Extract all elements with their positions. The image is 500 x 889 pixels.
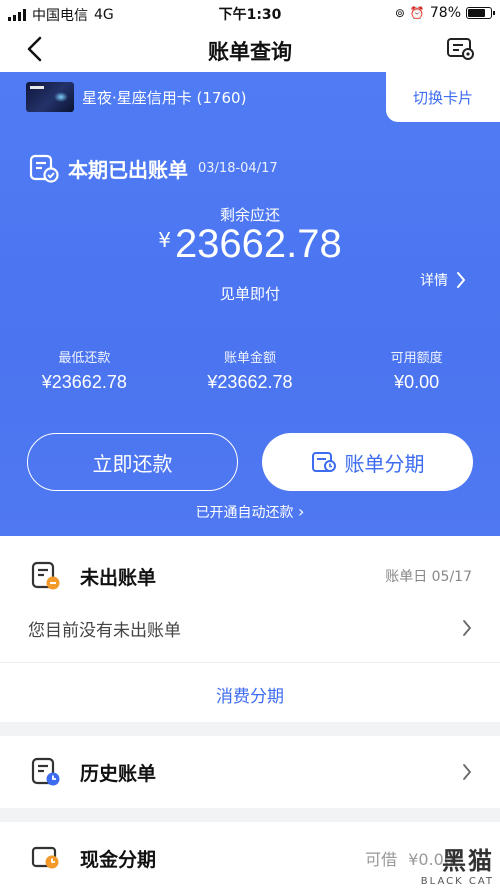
card-name: 星夜·星座信用卡 (1760) bbox=[82, 88, 247, 107]
alarm-icon: ⏰ bbox=[409, 6, 425, 20]
unbilled-bill-icon bbox=[31, 561, 60, 590]
stat-label: 最低还款 bbox=[58, 351, 111, 366]
unbilled-title: 未出账单 bbox=[80, 566, 157, 589]
page-title: 账单查询 bbox=[208, 40, 292, 64]
status-bar: 中国电信 4G 下午1:30 ⊚ ⏰ 78% bbox=[0, 0, 500, 26]
installment-label: 账单分期 bbox=[344, 451, 425, 476]
battery-icon bbox=[466, 7, 495, 19]
watermark-logo-text: 黑猫 bbox=[442, 847, 494, 875]
status-right: ⊚ ⏰ 78% bbox=[394, 5, 495, 21]
chevron-right-icon bbox=[463, 764, 472, 780]
statement-stats: 最低还款 ¥23662.78 账单金额 ¥23662.78 可用额度 ¥0.00 bbox=[0, 347, 500, 393]
chevron-right-icon bbox=[463, 620, 472, 636]
bill-installment-button[interactable]: 账单分期 bbox=[262, 433, 473, 491]
nav-bar: 账单查询 bbox=[0, 26, 500, 72]
black-cat-watermark: 黑猫 BLACK CAT bbox=[421, 841, 494, 887]
bill-day: 账单日 05/17 bbox=[385, 569, 472, 585]
chevron-right-icon bbox=[457, 272, 466, 288]
stat-value: ¥23662.78 bbox=[41, 372, 127, 392]
history-bill-icon bbox=[31, 757, 60, 786]
available-label: 可借 bbox=[365, 850, 398, 869]
stat-bill-amount: 账单金额 ¥23662.78 bbox=[167, 347, 334, 393]
stat-available-credit: 可用额度 ¥0.00 bbox=[333, 347, 500, 393]
unbilled-empty-text: 您目前没有未出账单 bbox=[28, 620, 181, 641]
divider bbox=[0, 662, 500, 663]
installment-icon bbox=[311, 452, 336, 472]
unbilled-empty-row[interactable]: 您目前没有未出账单 bbox=[0, 610, 500, 646]
history-section[interactable]: 历史账单 bbox=[0, 736, 500, 808]
statement-period-header: 本期已出账单 03/18-04/17 bbox=[28, 152, 278, 184]
battery-percent: 78% bbox=[429, 5, 461, 21]
remaining-amount: ¥23662.78 bbox=[0, 222, 500, 267]
repay-now-button[interactable]: 立即还款 bbox=[27, 433, 238, 491]
history-title: 历史账单 bbox=[80, 762, 157, 785]
card-selector[interactable]: 星夜·星座信用卡 (1760) bbox=[0, 72, 386, 122]
stat-min-payment: 最低还款 ¥23662.78 bbox=[0, 347, 167, 393]
details-label: 详情 bbox=[420, 273, 448, 289]
consumption-installment-link[interactable]: 消费分期 bbox=[0, 682, 500, 707]
stat-label: 可用额度 bbox=[390, 351, 443, 366]
lock-rotation-icon: ⊚ bbox=[394, 6, 405, 20]
bill-settings-icon[interactable] bbox=[446, 36, 476, 62]
stat-value: ¥0.00 bbox=[394, 372, 440, 392]
currency-symbol: ¥ bbox=[158, 228, 171, 252]
credit-card-thumbnail bbox=[26, 82, 74, 112]
unbilled-section: 未出账单 账单日 05/17 您目前没有未出账单 消费分期 bbox=[0, 536, 500, 722]
cash-installment-title: 现金分期 bbox=[80, 848, 157, 871]
history-row: 历史账单 bbox=[0, 754, 500, 790]
watermark-subtext: BLACK CAT bbox=[420, 876, 494, 887]
cash-installment-icon bbox=[31, 846, 59, 869]
unbilled-header: 未出账单 账单日 05/17 bbox=[0, 558, 500, 594]
autopay-link[interactable]: 已开通自动还款 › bbox=[0, 502, 500, 522]
statement-title: 本期已出账单 bbox=[68, 157, 188, 182]
amount-value: 23662.78 bbox=[174, 222, 342, 266]
chevron-right-icon: › bbox=[298, 502, 305, 521]
switch-card-button[interactable]: 切换卡片 bbox=[386, 72, 500, 122]
statement-hero: 星夜·星座信用卡 (1760) 切换卡片 本期已出账单 03/18-04/17 … bbox=[0, 72, 500, 536]
autopay-label: 已开通自动还款 bbox=[195, 505, 294, 521]
stat-label: 账单金额 bbox=[223, 351, 276, 366]
details-link[interactable]: 详情 bbox=[420, 270, 466, 290]
stat-value: ¥23662.78 bbox=[207, 372, 293, 392]
statement-dates: 03/18-04/17 bbox=[198, 160, 278, 176]
battery-fill bbox=[468, 9, 486, 17]
bill-check-icon bbox=[29, 154, 59, 183]
